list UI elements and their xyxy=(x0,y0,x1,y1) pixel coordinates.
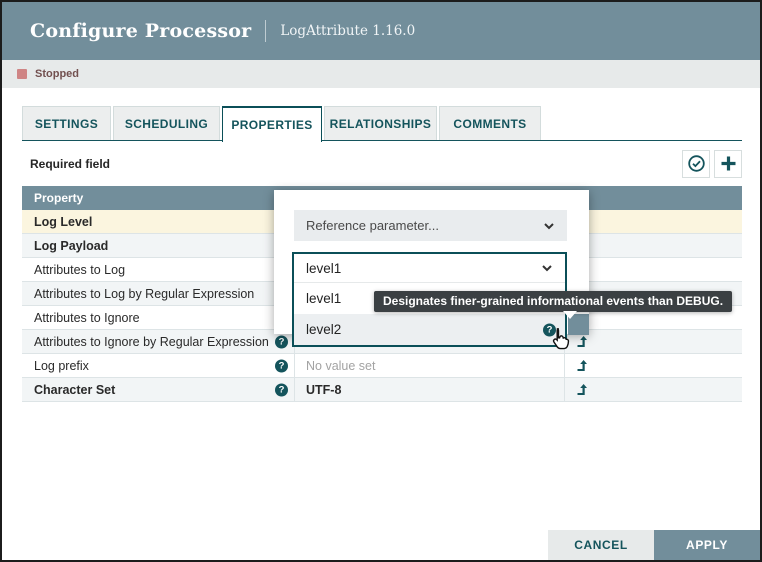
dialog-footer: CANCEL APPLY xyxy=(548,530,760,560)
tab-relationships[interactable]: RELATIONSHIPS xyxy=(324,106,437,140)
property-name-cell: Log Level xyxy=(22,210,295,233)
combo-option-label: level2 xyxy=(306,322,341,337)
apply-button[interactable]: APPLY xyxy=(654,530,760,560)
status-bar: Stopped xyxy=(2,60,760,88)
goto-cell xyxy=(565,258,742,281)
help-icon[interactable]: ? xyxy=(275,359,288,372)
property-name: Log Level xyxy=(34,215,92,229)
hand-cursor-icon xyxy=(547,326,573,352)
property-name: Attributes to Ignore xyxy=(34,311,140,325)
combo-option-label: level1 xyxy=(306,291,341,306)
goto-cell xyxy=(565,210,742,233)
property-value: No value set xyxy=(306,359,375,373)
property-value: UTF-8 xyxy=(306,383,341,397)
property-name-cell: Attributes to Ignore by Regular Expressi… xyxy=(22,330,295,353)
property-value-cell[interactable]: UTF-8 xyxy=(295,378,565,401)
combo-selected-value[interactable]: level1 xyxy=(294,254,565,283)
help-icon[interactable]: ? xyxy=(275,383,288,396)
level-up-arrow-icon[interactable] xyxy=(576,383,588,396)
dialog-header: Configure Processor LogAttribute 1.16.0 xyxy=(2,2,760,60)
processor-type-version: LogAttribute 1.16.0 xyxy=(280,23,415,39)
title-divider xyxy=(265,20,266,42)
property-name: Log prefix xyxy=(34,359,89,373)
property-value-cell[interactable]: No value set xyxy=(295,354,565,377)
chevron-down-icon xyxy=(541,262,553,274)
table-row[interactable]: Character Set? UTF-8 xyxy=(22,378,742,402)
reference-parameter-label: Reference parameter... xyxy=(306,218,439,233)
property-name-cell: Log Payload xyxy=(22,234,295,257)
reference-parameter-select[interactable]: Reference parameter... xyxy=(294,210,567,241)
property-name-cell: Log prefix? xyxy=(22,354,295,377)
table-toolbar-row: Required field xyxy=(22,141,742,186)
property-name-cell: Character Set? xyxy=(22,378,295,401)
combo-selected-label: level1 xyxy=(306,261,341,276)
help-icon[interactable]: ? xyxy=(275,335,288,348)
configure-processor-dialog: Configure Processor LogAttribute 1.16.0 … xyxy=(0,0,762,562)
table-row[interactable]: Log prefix? No value set xyxy=(22,354,742,378)
stopped-icon xyxy=(17,69,27,79)
property-name-cell: Attributes to Log xyxy=(22,258,295,281)
property-column-header: Property xyxy=(22,191,83,205)
tab-comments[interactable]: COMMENTS xyxy=(439,106,541,140)
verify-properties-button[interactable] xyxy=(682,150,710,178)
goto-cell xyxy=(565,378,742,401)
chevron-down-icon xyxy=(543,220,555,232)
check-circle-icon xyxy=(687,154,706,173)
property-name: Character Set xyxy=(34,383,115,397)
tab-scheduling[interactable]: SCHEDULING xyxy=(113,106,220,140)
property-name: Attributes to Log by Regular Expression xyxy=(34,287,254,301)
property-name: Log Payload xyxy=(34,239,108,253)
property-name: Attributes to Ignore by Regular Expressi… xyxy=(34,335,269,349)
required-field-label: Required field xyxy=(30,157,110,171)
level-up-arrow-icon[interactable] xyxy=(576,359,588,372)
tab-bar: SETTINGSSCHEDULINGPROPERTIESRELATIONSHIP… xyxy=(22,106,742,141)
goto-cell xyxy=(565,234,742,257)
tab-properties[interactable]: PROPERTIES xyxy=(222,106,322,142)
goto-cell xyxy=(565,330,742,353)
tooltip-arrow xyxy=(563,311,577,319)
level-up-arrow-icon[interactable] xyxy=(576,335,588,348)
cancel-button[interactable]: CANCEL xyxy=(548,530,654,560)
property-name-cell: Attributes to Log by Regular Expression xyxy=(22,282,295,305)
add-property-button[interactable] xyxy=(714,150,742,178)
dialog-title: Configure Processor xyxy=(30,20,251,42)
property-name: Attributes to Log xyxy=(34,263,125,277)
status-label: Stopped xyxy=(35,68,79,80)
option-tooltip: Designates finer-grained informational e… xyxy=(374,291,732,312)
goto-cell xyxy=(565,354,742,377)
tab-settings[interactable]: SETTINGS xyxy=(22,106,111,140)
property-name-cell: Attributes to Ignore xyxy=(22,306,295,329)
plus-icon xyxy=(720,155,737,172)
property-toolbar xyxy=(682,150,742,178)
combo-option-level2[interactable]: level2? xyxy=(294,314,565,345)
